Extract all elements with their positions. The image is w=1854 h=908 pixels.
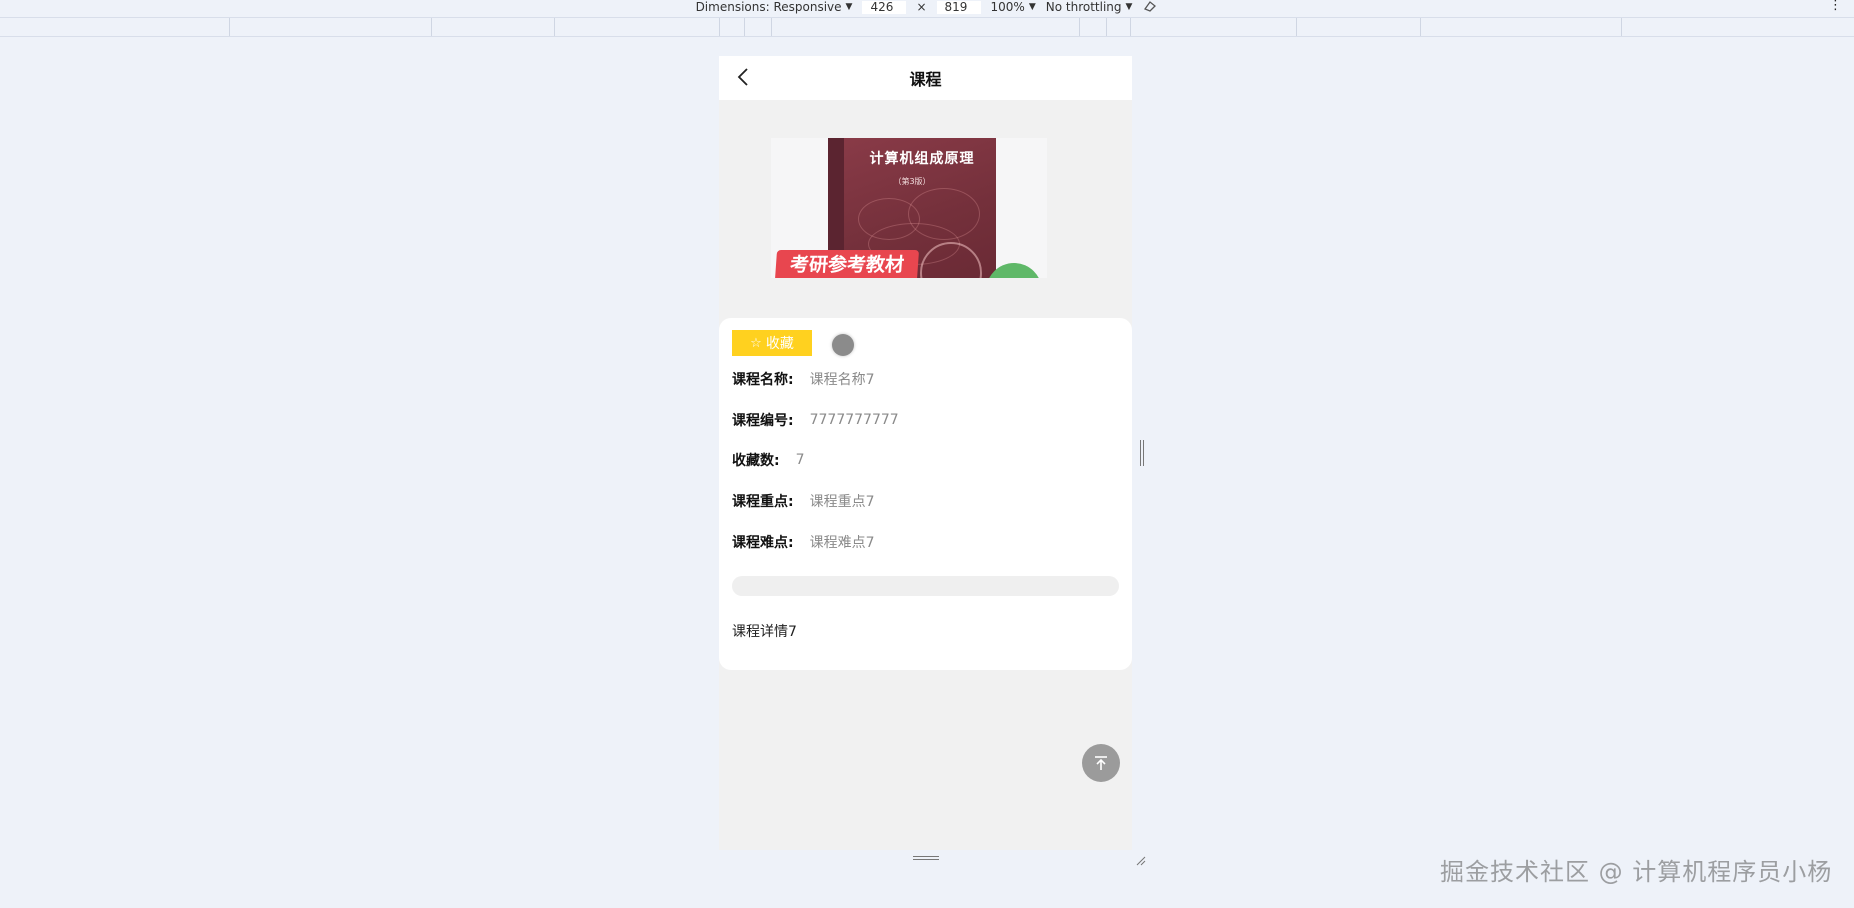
- resize-handle-right[interactable]: [1139, 440, 1145, 466]
- height-input[interactable]: 819: [936, 0, 981, 14]
- nav-bar: 课程: [719, 56, 1132, 100]
- favorite-button[interactable]: ☆ 收藏: [732, 330, 812, 356]
- field-label: 课程重点:: [732, 494, 794, 510]
- field-value: 课程难点7: [809, 535, 875, 551]
- throttling-label: No throttling: [1045, 0, 1122, 14]
- field-row-course-code: 课程编号: 7777777777: [732, 410, 899, 430]
- media-query-ruler: [0, 17, 1854, 37]
- rotate-icon[interactable]: [1142, 0, 1158, 15]
- throttling-select[interactable]: No throttling ▼: [1046, 0, 1133, 14]
- favorite-label: 收藏: [765, 336, 794, 352]
- field-value: 7777777777: [809, 412, 899, 428]
- field-label: 收藏数:: [732, 453, 780, 469]
- field-row-favorite-count: 收藏数: 7: [732, 450, 805, 470]
- course-info-card: ☆ 收藏 课程名称: 课程名称7 课程编号: 7777777777 收藏数: 7…: [719, 318, 1132, 670]
- course-detail-text: 课程详情7: [732, 624, 797, 640]
- book-edition: （第3版）: [893, 177, 931, 186]
- resize-handle-corner[interactable]: [1134, 851, 1146, 866]
- field-label: 课程编号:: [732, 413, 794, 429]
- field-value: 7: [795, 452, 805, 468]
- banner-ribbon: 考研参考教材: [774, 250, 920, 278]
- field-row-course-name: 课程名称: 课程名称7: [732, 369, 875, 389]
- times-sign: ×: [916, 0, 927, 14]
- page-title: 课程: [909, 70, 942, 89]
- dimensions-select[interactable]: Dimensions: Responsive ▼: [696, 0, 853, 14]
- caret-down-icon: ▼: [1125, 2, 1133, 12]
- back-arrow-icon[interactable]: [733, 66, 755, 88]
- field-value: 课程名称7: [809, 372, 875, 388]
- caret-down-icon: ▼: [845, 2, 853, 12]
- dimensions-label: Dimensions: Responsive: [695, 0, 842, 14]
- more-options-icon[interactable]: ⋮: [1829, 0, 1842, 12]
- width-input[interactable]: 426: [862, 0, 907, 14]
- watermark-text: 掘金技术社区 @ 计算机程序员小杨: [1440, 858, 1833, 886]
- field-label: 课程名称:: [732, 372, 794, 388]
- field-label: 课程难点:: [732, 535, 794, 551]
- arrow-up-icon: [1095, 756, 1107, 770]
- mobile-viewport: 课程 计算机组成原理 （第3版） 考研参考教材 ☆ 收藏 课程名称: 课程名称7…: [719, 56, 1132, 850]
- devtools-device-toolbar: Dimensions: Responsive ▼ 426 × 819 100% …: [0, 0, 1854, 14]
- banner-image: 计算机组成原理 （第3版） 考研参考教材: [771, 138, 1047, 278]
- zoom-label: 100%: [990, 0, 1025, 14]
- star-icon: ☆: [750, 335, 762, 351]
- field-row-key-points: 课程重点: 课程重点7: [732, 491, 875, 511]
- zoom-select[interactable]: 100% ▼: [991, 0, 1036, 14]
- section-divider: [732, 576, 1119, 596]
- field-row-difficulties: 课程难点: 课程难点7: [732, 532, 875, 552]
- resize-handle-bottom[interactable]: [913, 855, 939, 861]
- back-to-top-button[interactable]: [1082, 744, 1120, 782]
- book-title: 计算机组成原理: [869, 151, 975, 167]
- field-value: 课程重点7: [809, 494, 875, 510]
- toggle-circle[interactable]: [832, 334, 854, 356]
- caret-down-icon: ▼: [1028, 2, 1036, 12]
